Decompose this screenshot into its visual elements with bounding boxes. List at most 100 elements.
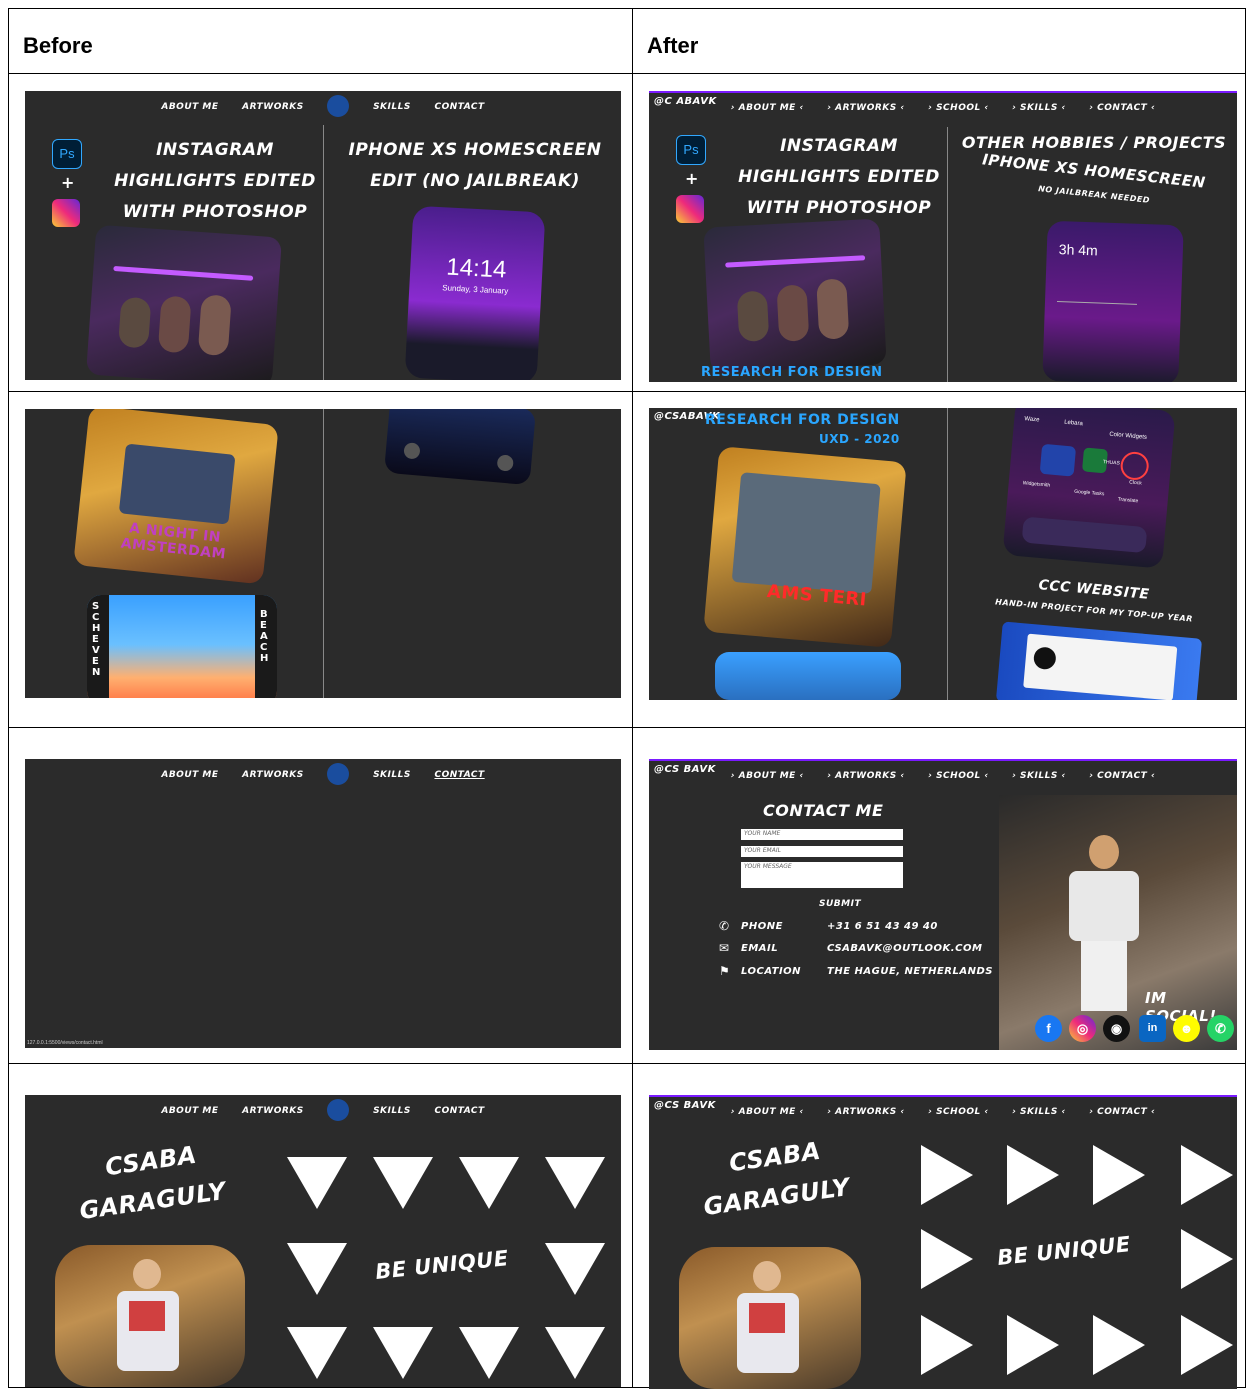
photoshop-icon: Ps — [52, 139, 82, 169]
facebook-icon[interactable]: f — [1035, 1015, 1062, 1042]
triangle-down-icon — [545, 1327, 605, 1379]
instagram-icon[interactable]: ◎ — [1069, 1015, 1096, 1042]
nav-artworks[interactable]: ARTWORKS — [242, 102, 304, 112]
nav-school[interactable]: › SCHOOL ‹ — [928, 771, 988, 781]
screenshot-after-scroll: @CSABAVK RESEARCH FOR DESIGN UXD - 2020 … — [649, 408, 1237, 700]
phone-label: PHONE — [741, 921, 783, 932]
name-input[interactable]: YOUR NAME — [741, 829, 903, 840]
screenshot-before-home: ABOUT ME ARTWORKS SKILLS CONTACT CSABA G… — [25, 1095, 621, 1387]
submit-button[interactable]: SUBMIT — [819, 899, 861, 909]
triangle-right-icon — [1181, 1229, 1233, 1289]
highlights-photo — [85, 224, 283, 380]
triangle-down-icon — [545, 1157, 605, 1209]
triangle-right-icon — [1007, 1315, 1059, 1375]
nav-about[interactable]: ABOUT ME — [161, 102, 218, 112]
triangle-down-icon — [459, 1327, 519, 1379]
nav-artworks[interactable]: ARTWORKS — [242, 1106, 304, 1116]
nav-skills[interactable]: SKILLS — [373, 102, 411, 112]
screenshot-before-scroll: A NIGHT IN AMSTERDAM SCHEVEN BEACH — [25, 409, 621, 698]
status-url: 127.0.0.1:5500/views/contact.html — [27, 1040, 103, 1046]
scheven-text: SCHEVEN — [92, 601, 101, 678]
nav-about[interactable]: › ABOUT ME ‹ — [731, 1107, 804, 1117]
linkedin-icon[interactable]: in — [1139, 1015, 1166, 1042]
app-label-google-tasks: Google Tasks — [1073, 488, 1105, 498]
nav-artworks[interactable]: › ARTWORKS ‹ — [827, 103, 904, 113]
screenshot-after-highlights: @C ABAVK › ABOUT ME ‹ › ARTWORKS ‹ › SCH… — [649, 91, 1237, 382]
map-icon: ⚑ — [719, 964, 730, 978]
triangle-down-icon — [373, 1327, 433, 1379]
github-icon[interactable]: ◉ — [1103, 1015, 1130, 1042]
row1-after-cell: @C ABAVK › ABOUT ME ‹ › ARTWORKS ‹ › SCH… — [633, 74, 1245, 392]
column-divider — [323, 125, 324, 380]
whatsapp-icon[interactable]: ✆ — [1207, 1015, 1234, 1042]
triangle-down-icon — [459, 1157, 519, 1209]
row3-after-cell: @CS BAVK › ABOUT ME ‹ › ARTWORKS ‹ › SCH… — [633, 728, 1245, 1064]
nav-school[interactable]: › SCHOOL ‹ — [928, 1107, 988, 1117]
triangle-right-icon — [1093, 1315, 1145, 1375]
nav-skills[interactable]: SKILLS — [373, 770, 411, 780]
research-banner: RESEARCH FOR DESIGN — [705, 412, 900, 428]
header-before-cell: Before — [9, 9, 633, 74]
screenshot-before-highlights: ABOUT ME ARTWORKS SKILLS CONTACT Ps + IN… — [25, 91, 621, 380]
nav-skills[interactable]: › SKILLS ‹ — [1012, 771, 1065, 781]
name-first: CSABA — [727, 1136, 823, 1178]
nav-about[interactable]: › ABOUT ME ‹ — [731, 103, 804, 113]
research-banner: RESEARCH FOR DESIGN — [701, 365, 883, 380]
nav-school[interactable]: › SCHOOL ‹ — [928, 103, 988, 113]
app-label-lebara: Lebara — [1063, 419, 1084, 428]
nav-about[interactable]: ABOUT ME — [161, 1106, 218, 1116]
nav-about[interactable]: › ABOUT ME ‹ — [731, 771, 804, 781]
night-text: A NIGHT IN AMSTERDAM — [119, 520, 227, 563]
logo-icon — [327, 1099, 350, 1121]
screenshot-after-home: @CS BAVK › ABOUT ME ‹ › ARTWORKS ‹ › SCH… — [649, 1095, 1237, 1389]
phone-bottom-photo — [383, 409, 537, 486]
nav-contact[interactable]: CONTACT — [434, 770, 484, 780]
triangle-down-icon — [373, 1157, 433, 1209]
nav-skills[interactable]: › SKILLS ‹ — [1012, 103, 1065, 113]
app-label-clock: Clock — [1128, 479, 1142, 487]
nav-about[interactable]: ABOUT ME — [161, 770, 218, 780]
ccc-website-photo — [995, 621, 1203, 700]
lockscreen-photo: 14:14 Sunday, 3 January — [404, 205, 546, 380]
nav-artworks[interactable]: › ARTWORKS ‹ — [827, 771, 904, 781]
nav-artworks[interactable]: › ARTWORKS ‹ — [827, 1107, 904, 1117]
profile-photo — [55, 1245, 245, 1387]
nav-bar: › ABOUT ME ‹ › ARTWORKS ‹ › SCHOOL ‹ › S… — [649, 771, 1237, 781]
column-divider — [947, 408, 948, 700]
row4-before-cell: ABOUT ME ARTWORKS SKILLS CONTACT CSABA G… — [9, 1064, 633, 1387]
row2-before-cell: A NIGHT IN AMSTERDAM SCHEVEN BEACH — [9, 392, 633, 728]
nav-contact[interactable]: CONTACT — [434, 102, 484, 112]
row1-before-cell: ABOUT ME ARTWORKS SKILLS CONTACT Ps + IN… — [9, 74, 633, 392]
logo-icon — [327, 95, 350, 117]
email-value[interactable]: CSABAVK@OUTLOOK.COM — [827, 943, 982, 954]
nav-contact[interactable]: CONTACT — [434, 1106, 484, 1116]
nav-contact[interactable]: › CONTACT ‹ — [1089, 771, 1155, 781]
app-label-translate: Translate — [1117, 496, 1139, 505]
snapchat-icon[interactable]: ☻ — [1173, 1015, 1200, 1042]
highlights-photo — [703, 218, 887, 374]
nav-artworks[interactable]: ARTWORKS — [242, 770, 304, 780]
iphone-title: IPHONE XS HOMESCREEN EDIT (NO JAILBREAK) — [348, 140, 602, 191]
message-input[interactable]: YOUR MESSAGE — [741, 862, 903, 888]
triangle-right-icon — [921, 1229, 973, 1289]
nav-contact[interactable]: › CONTACT ‹ — [1089, 1107, 1155, 1117]
envelope-icon: ✉ — [719, 941, 730, 955]
instagram-icon — [676, 195, 704, 223]
slogan: BE UNIQUE — [374, 1246, 510, 1284]
email-input[interactable]: YOUR EMAIL — [741, 846, 903, 857]
nav-bar: › ABOUT ME ‹ › ARTWORKS ‹ › SCHOOL ‹ › S… — [649, 1107, 1237, 1117]
location-value: THE HAGUE, NETHERLANDS — [827, 966, 993, 977]
nav-skills[interactable]: SKILLS — [373, 1106, 411, 1116]
screen-time-value: 3h 4m — [1058, 241, 1099, 259]
triangle-right-icon — [1007, 1145, 1059, 1205]
uxd-label: UXD - 2020 — [819, 432, 900, 446]
phone-icon: ✆ — [719, 919, 730, 933]
amsterdam-photo: AMS TERI — [703, 446, 907, 648]
nav-contact[interactable]: › CONTACT ‹ — [1089, 103, 1155, 113]
column-divider — [947, 127, 948, 382]
nav-skills[interactable]: › SKILLS ‹ — [1012, 1107, 1065, 1117]
triangle-down-icon — [287, 1243, 347, 1295]
screenshot-before-contact: ABOUT ME ARTWORKS SKILLS CONTACT 127.0.0… — [25, 759, 621, 1048]
beach-text: BEACH — [260, 609, 269, 664]
triangle-right-icon — [921, 1315, 973, 1375]
